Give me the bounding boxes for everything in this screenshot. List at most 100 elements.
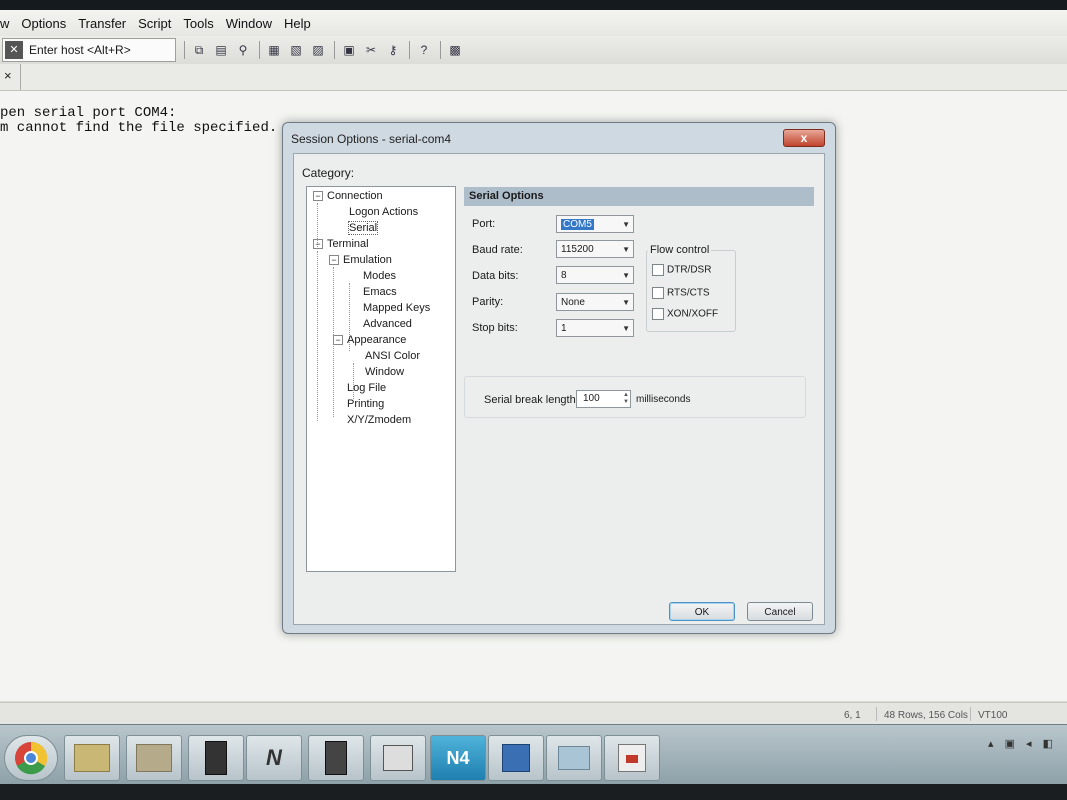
folder-app-icon[interactable] [546,735,602,781]
tree-item-logon-actions[interactable]: Logon Actions [349,206,418,218]
toolbar-separator [440,41,441,59]
find-icon[interactable]: ⚲ [235,42,251,58]
tree-item-window[interactable]: Window [365,366,404,378]
terminal-app-icon[interactable] [188,735,244,781]
floppy-disk-icon [502,744,530,772]
dtr-dsr-checkbox[interactable]: DTR/DSR [652,264,711,276]
menu-view[interactable]: w [0,16,9,31]
data-bits-select[interactable]: 8 ▼ [556,266,634,284]
chevron-down-icon: ▼ [622,298,630,307]
tree-item-emacs[interactable]: Emacs [363,286,397,298]
category-label: Category: [302,166,355,180]
data-bits-label: Data bits: [472,270,519,282]
serial-break-input[interactable]: 100 ▲ ▼ [576,390,631,408]
sftp-icon[interactable]: ▩ [447,42,463,58]
tree-item-log-file[interactable]: Log File [347,382,386,394]
checkbox-box[interactable] [652,308,664,320]
help-icon[interactable]: ? [416,42,432,58]
checkbox-box[interactable] [652,264,664,276]
collapse-icon[interactable]: − [313,239,323,250]
serial-break-label: Serial break length: [484,394,579,406]
cancel-button[interactable]: Cancel [747,602,813,621]
ok-button[interactable]: OK [669,602,735,621]
parity-select[interactable]: None ▼ [556,293,634,311]
tree-item-emulation[interactable]: − Emulation [329,254,392,266]
n-app-icon[interactable]: N [246,735,302,781]
toolbar-separator [259,41,260,59]
status-divider [876,707,877,721]
print-icon[interactable]: ▦ [266,42,282,58]
device-app-icon[interactable] [308,735,364,781]
taskbar: N N4 ▴ ▣ ◂ ◧ [0,724,1067,785]
rts-cts-checkbox[interactable]: RTS/CTS [652,287,710,299]
dialog-title: Session Options - serial-com4 [291,132,452,146]
settings-app-icon[interactable] [370,735,426,781]
tree-item-xyzmodem[interactable]: X/Y/Zmodem [347,414,411,426]
tree-item-modes[interactable]: Modes [363,270,396,282]
settings-icon[interactable]: ▣ [341,42,357,58]
tree-connector [317,251,318,421]
stop-bits-select[interactable]: 1 ▼ [556,319,634,337]
window-app-icon [383,745,413,771]
menu-window[interactable]: Window [226,16,272,31]
tree-item-serial[interactable]: Serial [347,221,379,235]
data-bits-value: 8 [561,270,567,281]
n4-app-icon[interactable]: N4 [430,735,486,781]
dialog-close-button[interactable]: x [783,129,825,147]
toolbar-separator [334,41,335,59]
print-screen-icon[interactable]: ▧ [288,42,304,58]
xon-xoff-checkbox[interactable]: XON/XOFF [652,308,718,320]
printer-icon[interactable]: ▨ [310,42,326,58]
screen-bezel-top [0,0,1067,10]
port-label: Port: [472,218,496,230]
tree-item-ansi-color[interactable]: ANSI Color [365,350,420,362]
enter-host-field[interactable]: ✕ Enter host <Alt+R> [2,38,176,62]
toolbar: ✕ Enter host <Alt+R> ⧉ ▤ ⚲ ▦ ▧ ▨ ▣ ✂ ⚷ ?… [0,36,1067,65]
menu-bar: w Options Transfer Script Tools Window H… [0,10,1067,36]
tree-item-printing[interactable]: Printing [347,398,384,410]
app-icon-2[interactable] [126,735,182,781]
checkbox-box[interactable] [652,287,664,299]
port-select[interactable]: COM5 ▼ [556,215,634,233]
section-header-serial-options: Serial Options [464,187,814,206]
paste-icon[interactable]: ▤ [213,42,229,58]
app-icon-1[interactable] [64,735,120,781]
securecrt-app-icon[interactable] [604,735,660,781]
rows-cols: 48 Rows, 156 Cols [884,710,968,721]
baud-rate-label: Baud rate: [472,244,523,256]
close-tab-icon[interactable]: × [4,68,12,83]
port-value: COM5 [561,219,594,230]
chevron-down-icon: ▼ [622,245,630,254]
tree-item-terminal[interactable]: − Terminal [313,238,369,250]
collapse-icon[interactable]: − [313,191,323,202]
emulation-mode: VT100 [978,710,1008,721]
menu-help[interactable]: Help [284,16,311,31]
tools-icon[interactable]: ✂ [363,42,379,58]
menu-tools[interactable]: Tools [183,16,213,31]
spinner-arrows-icon[interactable]: ▲ ▼ [623,392,629,406]
connect-icon[interactable]: ✕ [5,41,23,59]
copy-icon[interactable]: ⧉ [191,42,207,58]
collapse-icon[interactable]: − [329,255,339,266]
key-icon[interactable]: ⚷ [385,42,401,58]
tab-divider [20,64,21,90]
app-thumbnail-icon [136,744,172,772]
menu-script[interactable]: Script [138,16,171,31]
baud-rate-select[interactable]: 115200 ▼ [556,240,634,258]
serial-break-unit: milliseconds [636,394,691,405]
menu-options[interactable]: Options [21,16,66,31]
device-icon [205,741,227,775]
chrome-logo [15,741,48,775]
session-options-dialog: Session Options - serial-com4 x Category… [282,122,836,634]
cursor-position: 6, 1 [844,710,861,721]
tree-item-advanced[interactable]: Advanced [363,318,412,330]
tree-item-appearance[interactable]: − Appearance [333,334,406,346]
tree-item-connection[interactable]: − Connection [313,190,383,202]
app-thumbnail-icon [74,744,110,772]
collapse-icon[interactable]: − [333,335,343,346]
save-app-icon[interactable] [488,735,544,781]
tree-item-mapped-keys[interactable]: Mapped Keys [363,302,430,314]
chrome-icon[interactable] [4,735,58,781]
menu-transfer[interactable]: Transfer [78,16,126,31]
parity-label: Parity: [472,296,504,308]
